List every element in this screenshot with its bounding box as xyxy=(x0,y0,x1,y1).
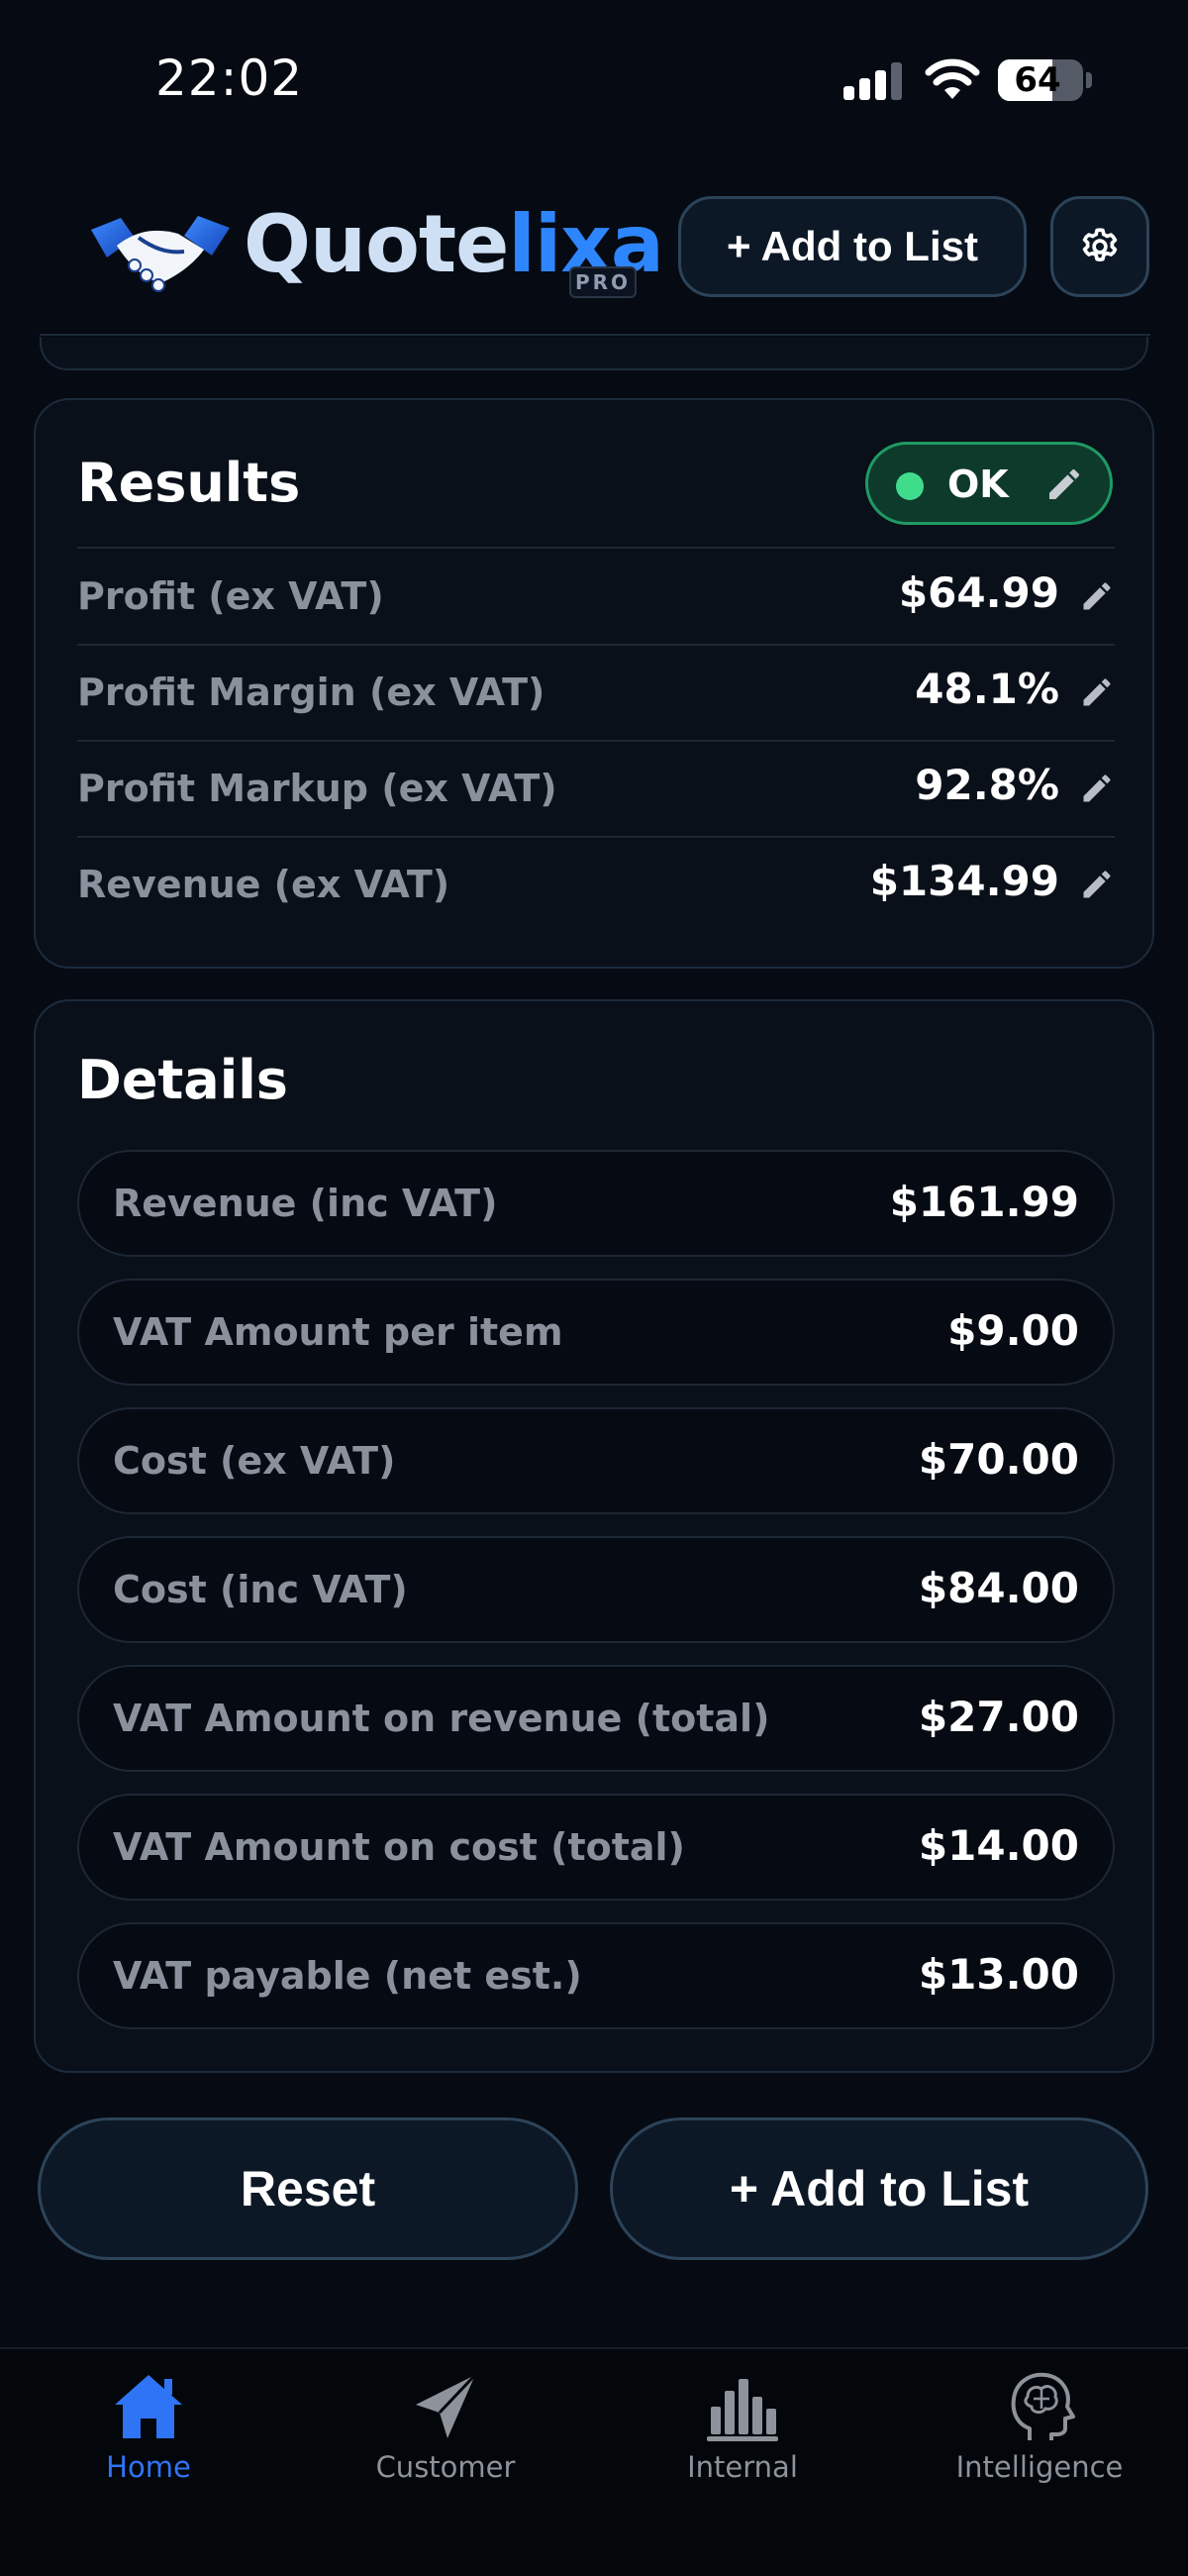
result-row-revenue: Revenue (ex VAT) $134.99 xyxy=(77,837,1115,932)
detail-label: VAT Amount on revenue (total) xyxy=(113,1697,770,1740)
add-to-list-header-button[interactable]: + Add to List xyxy=(678,196,1027,297)
detail-label: Revenue (inc VAT) xyxy=(113,1182,498,1225)
result-value: $64.99 xyxy=(898,568,1059,617)
detail-value: $27.00 xyxy=(918,1693,1079,1741)
gear-icon xyxy=(1082,228,1118,262)
status-bar: 22:02 64 xyxy=(0,0,1188,163)
pro-badge: PRO xyxy=(569,266,637,298)
bottom-tab-bar: Home Customer Internal Intelligence xyxy=(0,2347,1188,2576)
result-label: Profit Markup (ex VAT) xyxy=(77,767,557,810)
header-divider xyxy=(40,334,1150,336)
detail-row-vat-per-item: VAT Amount per item $9.00 xyxy=(77,1279,1115,1386)
edit-pencil-icon[interactable] xyxy=(1079,674,1115,710)
paper-plane-icon xyxy=(416,2373,477,2438)
detail-row-vat-on-revenue: VAT Amount on revenue (total) $27.00 xyxy=(77,1665,1115,1772)
result-label: Revenue (ex VAT) xyxy=(77,863,450,906)
bar-chart-icon xyxy=(707,2379,778,2441)
detail-value: $84.00 xyxy=(918,1564,1079,1612)
brain-head-icon xyxy=(1011,2372,1075,2440)
result-value: 48.1% xyxy=(915,665,1059,713)
detail-row-vat-payable: VAT payable (net est.) $13.00 xyxy=(77,1922,1115,2029)
edit-pencil-icon[interactable] xyxy=(1079,867,1115,902)
result-row-profit-margin: Profit Margin (ex VAT) 48.1% xyxy=(77,645,1115,740)
logo-text-part1: Quote xyxy=(244,198,509,290)
results-title: Results xyxy=(77,452,301,514)
cellular-signal-icon xyxy=(843,62,903,100)
detail-value: $70.00 xyxy=(918,1435,1079,1484)
edit-pencil-icon[interactable] xyxy=(1079,578,1115,614)
result-label: Profit Margin (ex VAT) xyxy=(77,670,545,714)
tab-home[interactable]: Home xyxy=(0,2367,297,2486)
detail-row-cost-ex-vat: Cost (ex VAT) $70.00 xyxy=(77,1407,1115,1514)
detail-value: $161.99 xyxy=(889,1178,1079,1226)
result-row-profit-markup: Profit Markup (ex VAT) 92.8% xyxy=(77,741,1115,836)
detail-value: $13.00 xyxy=(918,1950,1079,1999)
detail-row-revenue-inc-vat: Revenue (inc VAT) $161.99 xyxy=(77,1150,1115,1257)
tab-label: Home xyxy=(106,2450,191,2484)
tab-label: Customer xyxy=(375,2450,516,2484)
battery-icon: 64 xyxy=(998,59,1083,101)
settings-button[interactable] xyxy=(1050,196,1149,297)
add-to-list-button[interactable]: + Add to List xyxy=(610,2117,1148,2260)
detail-label: VAT Amount per item xyxy=(113,1310,563,1354)
detail-label: VAT Amount on cost (total) xyxy=(113,1825,685,1869)
result-row-profit: Profit (ex VAT) $64.99 xyxy=(77,549,1115,644)
detail-row-vat-on-cost: VAT Amount on cost (total) $14.00 xyxy=(77,1794,1115,1901)
wifi-icon xyxy=(925,58,980,99)
detail-value: $9.00 xyxy=(947,1306,1079,1355)
battery-percentage: 64 xyxy=(1014,60,1061,100)
status-label: OK xyxy=(947,463,1009,506)
results-card: Results OK Profit (ex VAT) $64.99 Profit… xyxy=(34,398,1154,969)
tab-customer[interactable]: Customer xyxy=(297,2367,594,2486)
detail-value: $14.00 xyxy=(918,1821,1079,1870)
handshake-logo-icon xyxy=(91,216,230,292)
status-dot xyxy=(896,472,924,500)
edit-pencil-icon[interactable] xyxy=(1079,771,1115,806)
tab-intelligence[interactable]: Intelligence xyxy=(891,2367,1188,2486)
pencil-icon xyxy=(1049,468,1079,499)
battery-cap xyxy=(1086,72,1092,88)
tab-label: Intelligence xyxy=(955,2450,1124,2484)
tab-internal[interactable]: Internal xyxy=(594,2367,891,2486)
app-screen: 22:02 64 Quotelixa PRO + Add to List Res… xyxy=(0,0,1188,2576)
detail-label: VAT payable (net est.) xyxy=(113,1954,582,1998)
reset-button[interactable]: Reset xyxy=(38,2117,578,2260)
details-card: Details Revenue (inc VAT) $161.99 VAT Am… xyxy=(34,999,1154,2073)
result-label: Profit (ex VAT) xyxy=(77,574,384,618)
status-badge[interactable]: OK xyxy=(865,442,1113,525)
result-value: 92.8% xyxy=(915,761,1059,809)
status-time: 22:02 xyxy=(155,50,304,107)
result-value: $134.99 xyxy=(869,857,1059,905)
tab-label: Internal xyxy=(687,2450,798,2484)
home-icon xyxy=(115,2375,182,2438)
detail-label: Cost (inc VAT) xyxy=(113,1568,408,1611)
detail-row-cost-inc-vat: Cost (inc VAT) $84.00 xyxy=(77,1536,1115,1643)
details-title: Details xyxy=(77,1049,288,1111)
detail-label: Cost (ex VAT) xyxy=(113,1439,396,1483)
previous-card-edge xyxy=(40,337,1148,370)
app-header: Quotelixa PRO + Add to List xyxy=(0,168,1188,337)
